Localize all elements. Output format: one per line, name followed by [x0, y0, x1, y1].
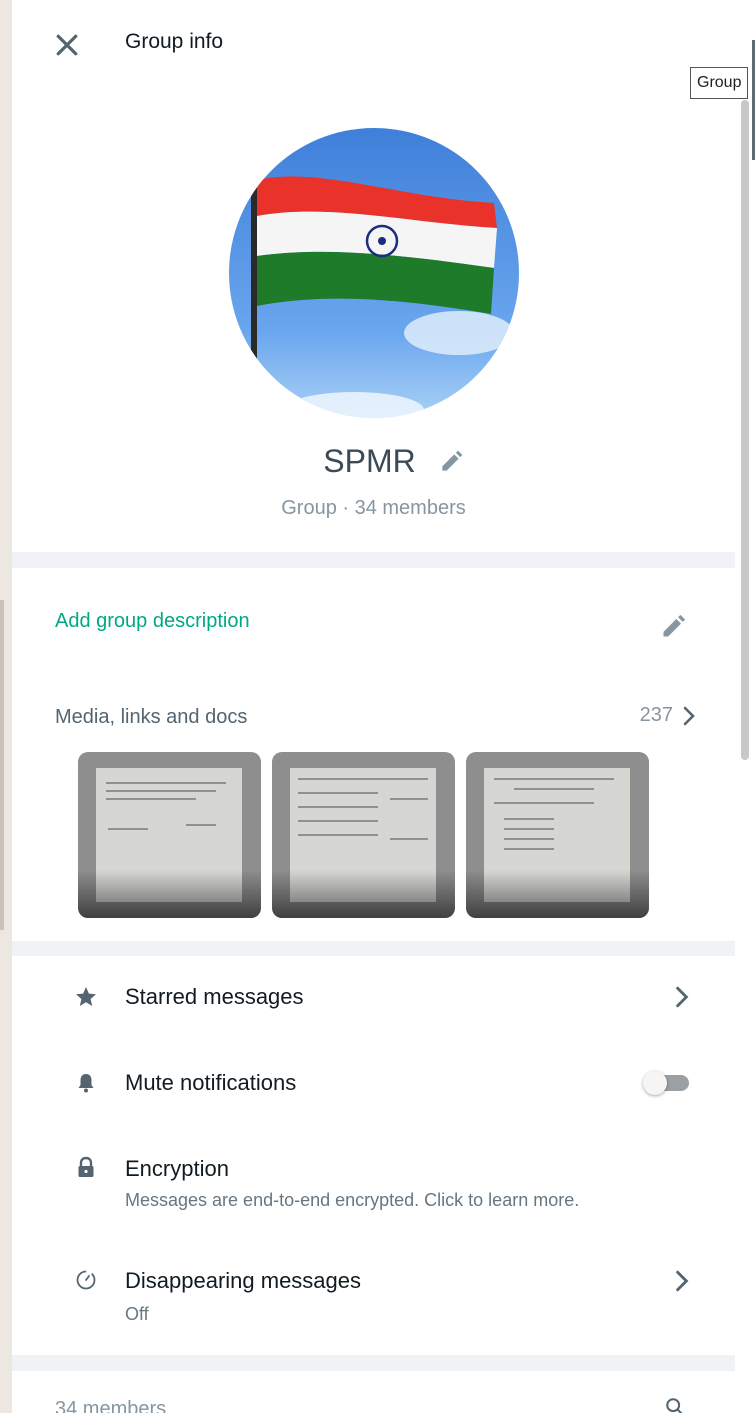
lock-icon — [78, 1156, 94, 1177]
indian-flag-avatar — [229, 128, 519, 418]
panel-title: Group info — [125, 30, 224, 53]
pencil-icon[interactable] — [660, 612, 688, 640]
encryption-row[interactable]: Encryption Messages are end-to-end encry… — [12, 1140, 735, 1224]
media-thumbnail[interactable] — [78, 752, 261, 918]
pencil-icon[interactable] — [438, 449, 464, 475]
starred-messages-row[interactable]: Starred messages — [12, 966, 735, 1028]
add-group-description-link[interactable]: Add group description — [55, 610, 250, 633]
scrollbar-thumb[interactable] — [741, 100, 749, 760]
chat-scroll-edge — [0, 600, 4, 930]
group-info-panel: Group info SPMR Group · 34 members Add g… — [12, 0, 735, 1413]
chevron-right-icon — [676, 1270, 689, 1292]
mute-notifications-toggle[interactable] — [639, 1071, 689, 1095]
group-name: SPMR — [323, 443, 416, 479]
mute-notifications-label: Mute notifications — [125, 1070, 297, 1095]
chevron-right-icon — [683, 706, 695, 725]
chat-background-strip — [0, 0, 12, 1413]
tooltip: Group — [690, 67, 749, 99]
encryption-label: Encryption — [125, 1156, 229, 1181]
group-subtitle: Group · 34 members — [281, 497, 466, 519]
close-icon[interactable] — [52, 30, 82, 60]
media-thumbnail[interactable] — [466, 752, 649, 918]
media-count: 237 — [639, 704, 673, 726]
disappearing-messages-label: Disappearing messages — [125, 1268, 362, 1293]
chevron-right-icon — [676, 986, 689, 1008]
search-icon[interactable] — [664, 1396, 686, 1413]
star-icon — [76, 987, 96, 1006]
scrollbar[interactable] — [735, 0, 755, 1413]
timer-icon — [76, 1270, 96, 1290]
encryption-description: Messages are end-to-end encrypted. Click… — [125, 1190, 580, 1210]
media-thumbnail[interactable] — [272, 752, 455, 918]
media-count-link[interactable]: 237 — [640, 704, 695, 727]
group-avatar[interactable] — [229, 128, 519, 418]
bell-icon — [78, 1074, 94, 1093]
media-section-label: Media, links and docs — [55, 706, 248, 728]
mute-notifications-row[interactable]: Mute notifications — [12, 1052, 735, 1114]
starred-messages-label: Starred messages — [125, 984, 304, 1009]
members-count-label: 34 members — [55, 1398, 167, 1413]
disappearing-messages-status: Off — [125, 1304, 149, 1324]
group-name-row: SPMR — [12, 443, 735, 480]
disappearing-messages-row[interactable]: Disappearing messages Off — [12, 1256, 735, 1340]
